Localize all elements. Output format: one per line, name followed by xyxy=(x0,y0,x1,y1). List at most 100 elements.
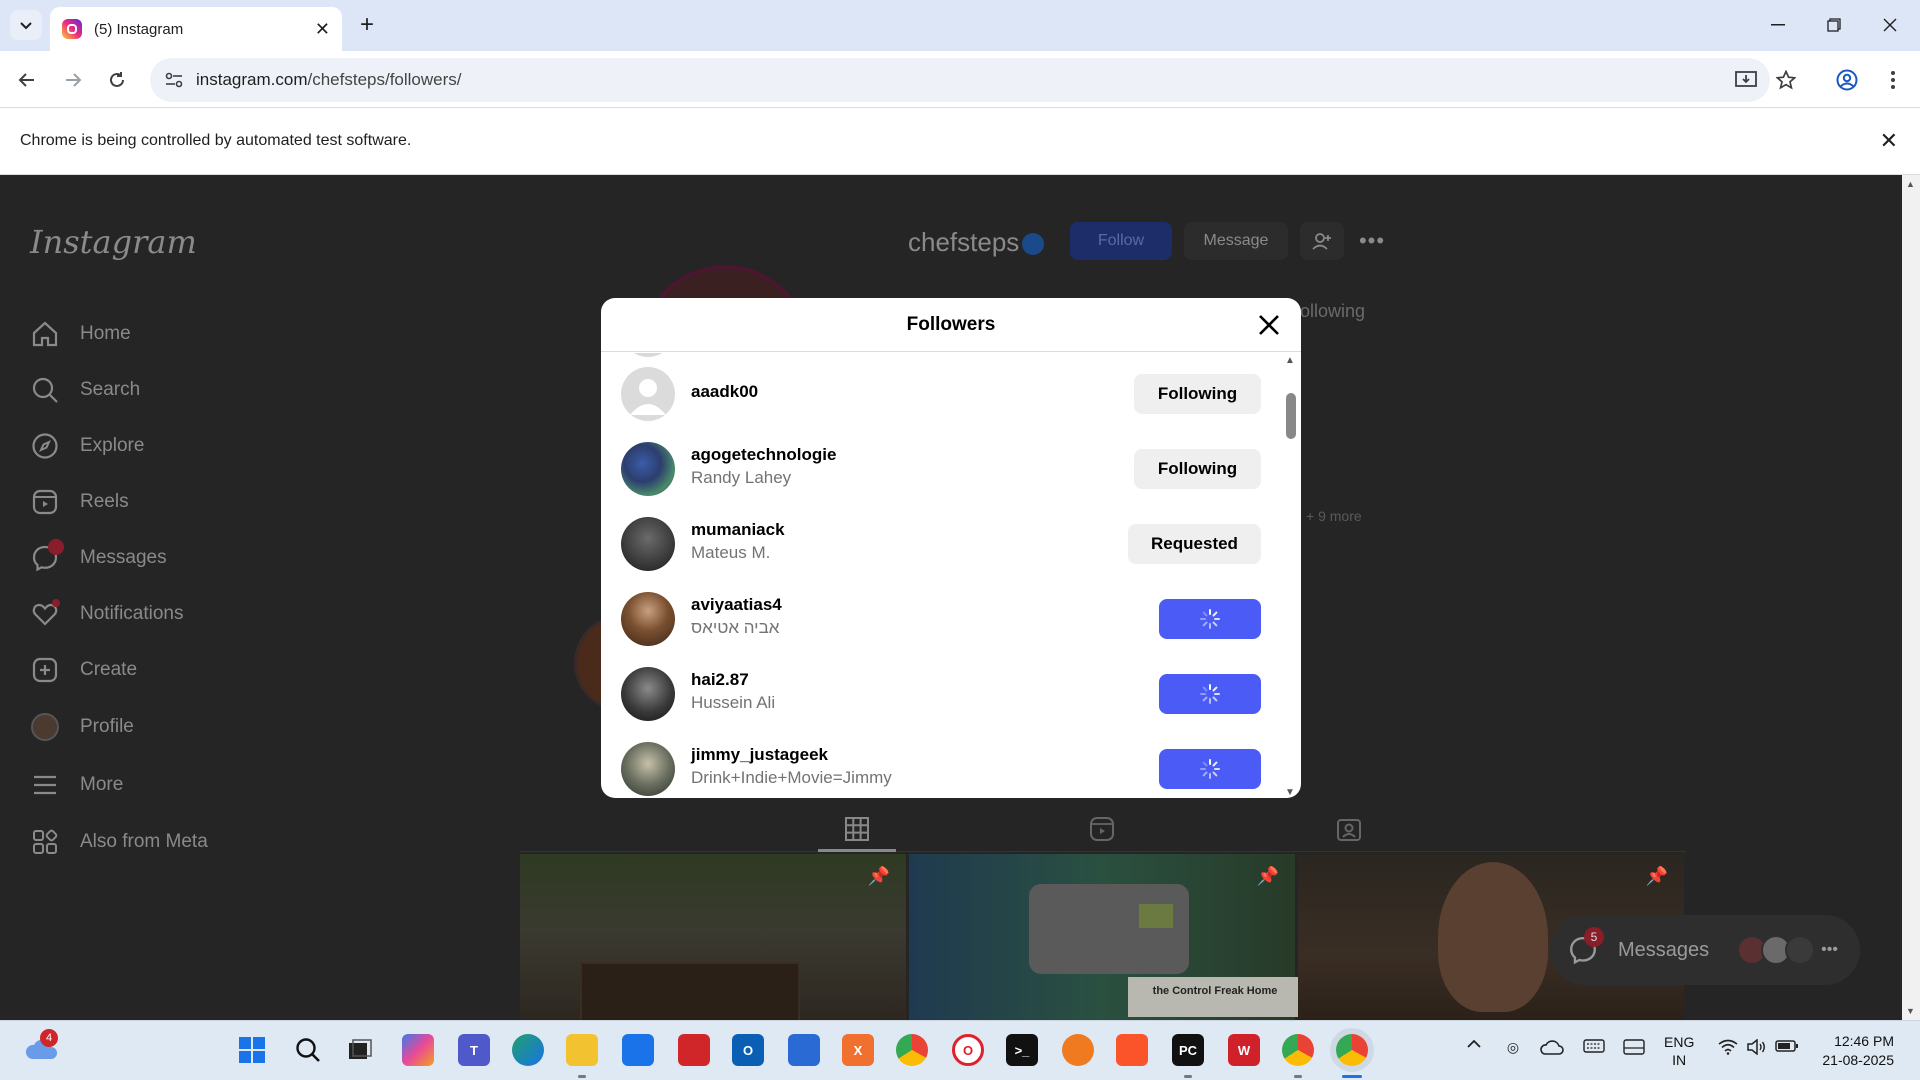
site-info-icon[interactable] xyxy=(164,70,184,90)
weather-widget[interactable]: 4 xyxy=(24,1029,58,1065)
xampp-app[interactable]: X xyxy=(842,1034,874,1066)
sidebar-item-also-from-meta[interactable]: Also from Meta xyxy=(30,827,208,857)
avatar[interactable] xyxy=(621,742,675,796)
avatar[interactable] xyxy=(621,667,675,721)
follow-button-loading[interactable] xyxy=(1159,599,1261,639)
address-bar[interactable]: instagram.com/chefsteps/followers/ xyxy=(150,58,1770,102)
pycharm-app[interactable]: PC xyxy=(1172,1034,1204,1066)
reload-button[interactable] xyxy=(100,63,134,97)
gift-app[interactable] xyxy=(678,1034,710,1066)
sidebar-item-search[interactable]: Search xyxy=(30,375,140,405)
pen-menu-button[interactable] xyxy=(1622,1039,1646,1055)
back-button[interactable] xyxy=(10,63,44,97)
forward-button[interactable] xyxy=(56,63,90,97)
scroll-down-arrow-icon[interactable]: ▼ xyxy=(1285,787,1295,798)
chrome-app[interactable] xyxy=(896,1034,928,1066)
dialog-close-button[interactable] xyxy=(1255,311,1283,339)
tab-reels[interactable] xyxy=(1082,811,1122,847)
start-button[interactable] xyxy=(236,1034,268,1066)
avatar[interactable] xyxy=(621,367,675,421)
chrome-menu-button[interactable] xyxy=(1876,63,1910,97)
profile-message-button[interactable]: Message xyxy=(1184,222,1288,260)
avatar[interactable] xyxy=(621,517,675,571)
outlook-app[interactable]: O xyxy=(732,1034,764,1066)
follower-username[interactable]: aviyaatias4 xyxy=(691,595,782,615)
following-button[interactable]: Following xyxy=(1134,449,1261,489)
dialog-title: Followers xyxy=(906,313,996,335)
follower-username[interactable]: aaadk00 xyxy=(691,382,758,402)
teams-app[interactable]: T xyxy=(458,1034,490,1066)
following-button[interactable]: Following xyxy=(1134,374,1261,414)
follow-button-loading[interactable] xyxy=(1159,674,1261,714)
sidebar-item-notifications[interactable]: Notifications xyxy=(30,599,184,629)
onedrive-button[interactable] xyxy=(1540,1039,1564,1055)
scroll-down-arrow-icon[interactable]: ▼ xyxy=(1906,1006,1915,1016)
follower-username[interactable]: agogetechnologie xyxy=(691,445,836,465)
page-scrollbar[interactable]: ▲ ▼ xyxy=(1902,175,1920,1020)
tab-close-icon[interactable]: ✕ xyxy=(315,19,330,40)
requested-button[interactable]: Requested xyxy=(1128,524,1261,564)
chrome-app[interactable] xyxy=(1282,1034,1314,1066)
profile-follow-button[interactable]: Follow xyxy=(1070,222,1172,260)
wps-app[interactable]: W xyxy=(1228,1034,1260,1066)
bookmark-button[interactable] xyxy=(1766,58,1806,102)
avatar[interactable] xyxy=(621,592,675,646)
brave-app[interactable] xyxy=(1116,1034,1148,1066)
infobar-close-icon[interactable]: ✕ xyxy=(1880,128,1898,154)
follower-username[interactable]: hai2.87 xyxy=(691,670,775,690)
tab-search-button[interactable] xyxy=(10,10,42,40)
dialog-scrollbar[interactable]: ▲ ▼ xyxy=(1281,353,1301,798)
follower-username[interactable]: jimmy_justageek xyxy=(691,745,892,765)
tab-posts[interactable] xyxy=(837,811,877,847)
system-clock[interactable]: 12:46 PM 21-08-2025 xyxy=(1806,1032,1894,1070)
floating-messages-button[interactable]: 5 Messages ••• xyxy=(1550,915,1860,985)
copilot-app[interactable] xyxy=(402,1034,434,1066)
window-close-button[interactable] xyxy=(1862,8,1918,42)
instagram-logo[interactable]: Instagram xyxy=(30,223,197,261)
chrome-app-active[interactable] xyxy=(1336,1034,1368,1066)
followers-list[interactable]: aaadk00 Following agogetechnologie Randy… xyxy=(601,353,1301,798)
sidebar-item-reels[interactable]: Reels xyxy=(30,487,129,517)
profile-button[interactable] xyxy=(1830,63,1864,97)
notepad-app[interactable] xyxy=(788,1034,820,1066)
post-thumbnail[interactable]: 📌 xyxy=(520,854,906,1020)
list-item: aviyaatias4 אביה אטיאס xyxy=(601,582,1281,657)
sidebar-item-profile[interactable]: Profile xyxy=(30,712,134,742)
edge-app[interactable] xyxy=(512,1034,544,1066)
sidebar-item-explore[interactable]: Explore xyxy=(30,431,144,461)
browser-tab-instagram[interactable]: (5) Instagram ✕ xyxy=(50,7,342,51)
following-count-label[interactable]: ollowing xyxy=(1300,301,1365,322)
followed-by-more-text[interactable]: + 9 more xyxy=(1306,508,1362,524)
avatar[interactable] xyxy=(621,442,675,496)
follower-username[interactable]: mumaniack xyxy=(691,520,785,540)
task-view-button[interactable] xyxy=(344,1034,376,1066)
install-app-button[interactable] xyxy=(1726,58,1766,102)
battery-button[interactable] xyxy=(1774,1039,1800,1053)
scrollbar-thumb[interactable] xyxy=(1286,393,1296,439)
show-hidden-icons-button[interactable] xyxy=(1464,1039,1484,1049)
touch-keyboard-button[interactable] xyxy=(1582,1039,1606,1053)
postman-app[interactable] xyxy=(1062,1034,1094,1066)
scroll-up-arrow-icon[interactable]: ▲ xyxy=(1906,179,1915,189)
tray-app[interactable]: ◎ xyxy=(1502,1039,1524,1056)
sidebar-item-messages[interactable]: Messages xyxy=(30,539,167,573)
network-button[interactable] xyxy=(1716,1039,1740,1055)
minimize-button[interactable] xyxy=(1750,8,1806,42)
new-tab-button[interactable]: + xyxy=(352,10,382,40)
scroll-up-arrow-icon[interactable]: ▲ xyxy=(1285,355,1295,366)
sidebar-item-more[interactable]: More xyxy=(30,770,123,800)
suggest-user-button[interactable] xyxy=(1300,222,1344,260)
profile-options-button[interactable]: ••• xyxy=(1352,222,1392,260)
file-explorer-app[interactable] xyxy=(566,1034,598,1066)
microsoft-store-app[interactable] xyxy=(622,1034,654,1066)
sidebar-item-home[interactable]: Home xyxy=(30,319,131,349)
opera-app[interactable]: O xyxy=(952,1034,984,1066)
tab-tagged[interactable] xyxy=(1329,811,1369,847)
language-indicator[interactable]: ENG IN xyxy=(1664,1033,1694,1069)
follow-button-loading[interactable] xyxy=(1159,749,1261,789)
terminal-app[interactable]: >_ xyxy=(1006,1034,1038,1066)
sidebar-item-create[interactable]: Create xyxy=(30,655,137,685)
volume-button[interactable] xyxy=(1744,1039,1768,1055)
taskbar-search-button[interactable] xyxy=(292,1034,324,1066)
restore-button[interactable] xyxy=(1806,8,1862,42)
